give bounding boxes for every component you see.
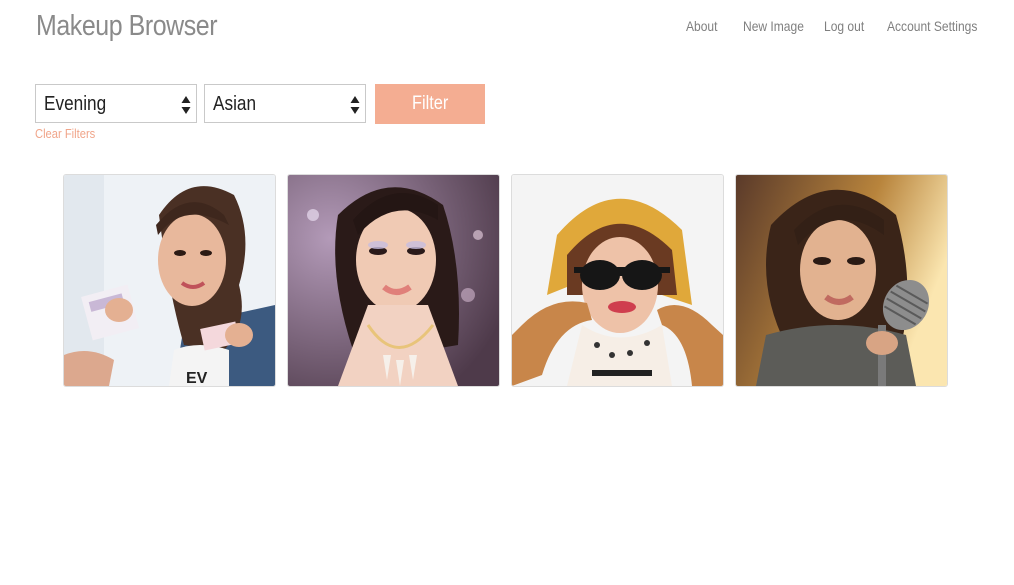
select-arrows-icon xyxy=(350,96,360,114)
page: Makeup Browser About New Image Log out A… xyxy=(0,0,1014,585)
gallery-image[interactable] xyxy=(287,174,500,387)
filter-button[interactable]: Filter xyxy=(375,84,485,124)
occasion-select-value: Evening xyxy=(44,93,107,115)
makeup-photo xyxy=(736,175,947,386)
clear-filters-link[interactable]: Clear Filters xyxy=(35,126,95,141)
gallery-image[interactable] xyxy=(735,174,948,387)
svg-text:EV: EV xyxy=(186,370,208,386)
select-arrows-icon xyxy=(181,96,191,114)
top-nav: About New Image Log out Account Settings xyxy=(0,18,1014,38)
makeup-photo xyxy=(288,175,499,386)
gallery-image[interactable] xyxy=(511,174,724,387)
ethnicity-select[interactable]: Asian xyxy=(204,84,366,123)
nav-log-out-link[interactable]: Log out xyxy=(824,18,864,34)
nav-account-settings-link[interactable]: Account Settings xyxy=(887,18,977,34)
makeup-photo xyxy=(512,175,723,386)
gallery-image[interactable]: EV xyxy=(63,174,276,387)
nav-about-link[interactable]: About xyxy=(686,18,717,34)
ethnicity-select-value: Asian xyxy=(213,93,257,115)
makeup-photo: EV xyxy=(64,175,275,386)
occasion-select[interactable]: Evening xyxy=(35,84,197,123)
filter-button-label: Filter xyxy=(411,93,449,114)
nav-new-image-link[interactable]: New Image xyxy=(743,18,804,34)
